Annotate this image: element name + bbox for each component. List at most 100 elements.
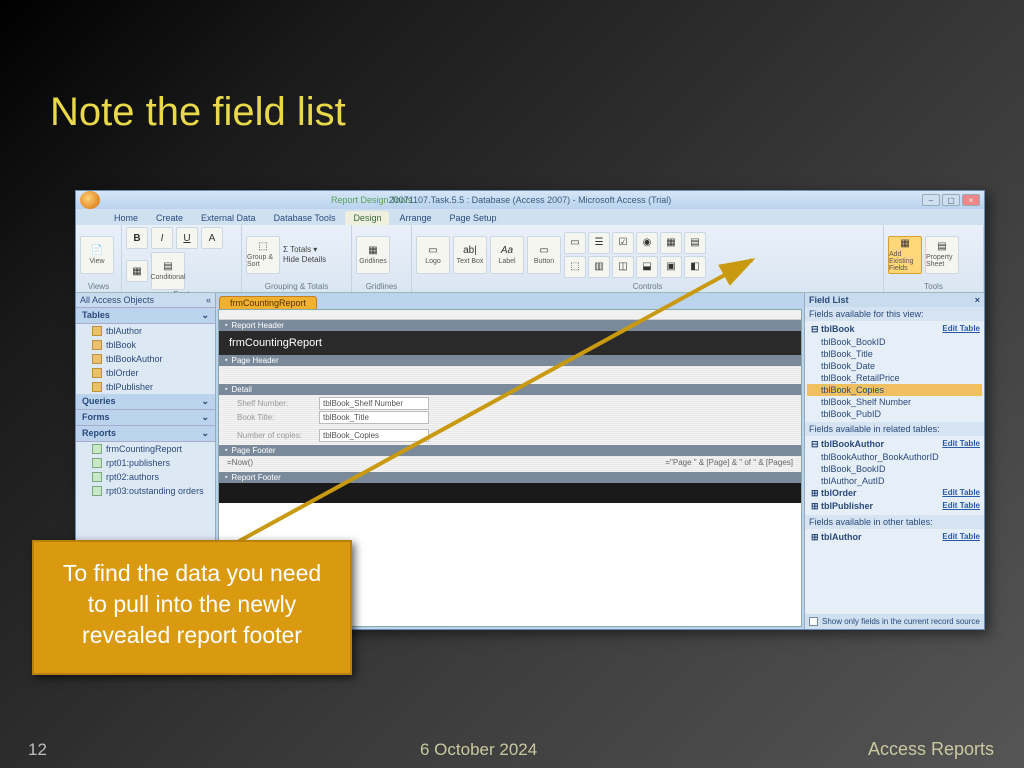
nav-header[interactable]: All Access Objects« — [76, 293, 215, 308]
label-copies[interactable]: Number of copies: — [237, 431, 302, 440]
field-item[interactable]: tblBookAuthor_BookAuthorID — [807, 451, 982, 463]
textbox-button[interactable]: ab|Text Box — [453, 236, 487, 274]
edit-table-link[interactable]: Edit Table — [942, 439, 980, 450]
horizontal-ruler — [219, 310, 801, 320]
view-button[interactable]: 📄View — [80, 236, 114, 274]
band-report-footer[interactable]: Report Footer — [219, 472, 801, 483]
control-icon[interactable]: ▥ — [588, 256, 610, 278]
edit-table-link[interactable]: Edit Table — [942, 501, 980, 512]
label-button[interactable]: AaLabel — [490, 236, 524, 274]
field-title[interactable]: tblBook_Title — [319, 411, 429, 424]
property-sheet-button[interactable]: ▤Property Sheet — [925, 236, 959, 274]
field-item[interactable]: tblBook_BookID — [807, 336, 982, 348]
underline-icon[interactable]: U — [176, 227, 198, 249]
chevron-down-icon[interactable]: « — [206, 295, 211, 305]
fill-color-icon[interactable]: ▦ — [126, 260, 148, 282]
field-list-footer[interactable]: Show only fields in the current record s… — [805, 614, 984, 629]
tab-create[interactable]: Create — [148, 211, 191, 225]
report-footer-body[interactable] — [219, 483, 801, 503]
control-icon[interactable]: ▤ — [684, 232, 706, 254]
nav-item-tblbook[interactable]: tblBook — [76, 338, 215, 352]
edit-table-link[interactable]: Edit Table — [942, 324, 980, 335]
field-list-table-tblbook[interactable]: ⊟ tblBookEdit Table — [807, 323, 982, 336]
band-detail[interactable]: Detail — [219, 384, 801, 395]
field-item-selected[interactable]: tblBook_Copies — [807, 384, 982, 396]
control-icon[interactable]: ▣ — [660, 256, 682, 278]
nav-item-tblorder[interactable]: tblOrder — [76, 366, 215, 380]
field-item[interactable]: tblBook_BookID — [807, 463, 982, 475]
logo-button[interactable]: ▭Logo — [416, 236, 450, 274]
totals-button[interactable]: Σ Totals ▾ — [283, 245, 326, 254]
band-page-footer[interactable]: Page Footer — [219, 445, 801, 456]
page-footer-body[interactable]: =Now() ="Page " & [Page] & " of " & [Pag… — [219, 456, 801, 472]
nav-category-queries[interactable]: Queries⌄ — [76, 394, 215, 410]
close-button[interactable]: × — [962, 194, 980, 206]
bold-icon[interactable]: B — [126, 227, 148, 249]
control-icon[interactable]: ⬓ — [636, 256, 658, 278]
minimize-button[interactable]: – — [922, 194, 940, 206]
field-item[interactable]: tblBook_Date — [807, 360, 982, 372]
nav-item-tblbookauthor[interactable]: tblBookAuthor — [76, 352, 215, 366]
nav-item-tblpublisher[interactable]: tblPublisher — [76, 380, 215, 394]
button-control[interactable]: ▭Button — [527, 236, 561, 274]
band-report-header[interactable]: Report Header — [219, 320, 801, 331]
font-color-icon[interactable]: A — [201, 227, 223, 249]
tab-design[interactable]: Design — [345, 211, 389, 225]
control-icon[interactable]: ◉ — [636, 232, 658, 254]
field-list-table-tblorder[interactable]: ⊞ tblOrderEdit Table — [807, 487, 982, 500]
tab-external-data[interactable]: External Data — [193, 211, 264, 225]
close-icon[interactable]: × — [975, 295, 980, 305]
nav-category-forms[interactable]: Forms⌄ — [76, 410, 215, 426]
field-item[interactable]: tblAuthor_AutID — [807, 475, 982, 487]
field-item[interactable]: tblBook_Shelf Number — [807, 396, 982, 408]
field-item[interactable]: tblBook_RetailPrice — [807, 372, 982, 384]
field-shelf[interactable]: tblBook_Shelf Number — [319, 397, 429, 410]
conditional-button[interactable]: ▤Conditional — [151, 252, 185, 290]
nav-item-rpt01[interactable]: rpt01:publishers — [76, 456, 215, 470]
field-item[interactable]: tblBook_PubID — [807, 408, 982, 420]
nav-item-rpt03[interactable]: rpt03:outstanding orders — [76, 484, 215, 498]
nav-category-tables[interactable]: Tables⌄ — [76, 308, 215, 324]
control-icon[interactable]: ▭ — [564, 232, 586, 254]
field-list-table-tblbookauthor[interactable]: ⊟ tblBookAuthorEdit Table — [807, 438, 982, 451]
add-existing-fields-button[interactable]: ▦Add Existing Fields — [888, 236, 922, 274]
group-sort-button[interactable]: ⬚Group & Sort — [246, 236, 280, 274]
nav-item-rpt02[interactable]: rpt02:authors — [76, 470, 215, 484]
report-icon — [92, 458, 102, 468]
tab-home[interactable]: Home — [106, 211, 146, 225]
document-tab[interactable]: frmCountingReport — [219, 296, 317, 309]
field-list-table-tblpublisher[interactable]: ⊞ tblPublisherEdit Table — [807, 500, 982, 513]
field-copies[interactable]: tblBook_Copies — [319, 429, 429, 442]
tab-arrange[interactable]: Arrange — [391, 211, 439, 225]
maximize-button[interactable]: ▢ — [942, 194, 960, 206]
tab-database-tools[interactable]: Database Tools — [266, 211, 344, 225]
office-button-icon[interactable] — [80, 191, 100, 209]
tab-page-setup[interactable]: Page Setup — [441, 211, 504, 225]
now-expression[interactable]: =Now() — [227, 458, 253, 467]
field-item[interactable]: tblBook_Title — [807, 348, 982, 360]
italic-icon[interactable]: I — [151, 227, 173, 249]
control-icon[interactable]: ▦ — [660, 232, 682, 254]
control-icon[interactable]: ☰ — [588, 232, 610, 254]
control-icon[interactable]: ◧ — [684, 256, 706, 278]
hide-details-button[interactable]: Hide Details — [283, 255, 326, 264]
edit-table-link[interactable]: Edit Table — [942, 532, 980, 543]
gridlines-button[interactable]: ▦Gridlines — [356, 236, 390, 274]
control-icon[interactable]: ⬚ — [564, 256, 586, 278]
pages-expression[interactable]: ="Page " & [Page] & " of " & [Pages] — [665, 458, 793, 467]
checkbox-icon[interactable] — [809, 617, 818, 626]
nav-item-tblauthor[interactable]: tblAuthor — [76, 324, 215, 338]
nav-item-frmcountingreport[interactable]: frmCountingReport — [76, 442, 215, 456]
group-views: Views — [80, 282, 117, 291]
edit-table-link[interactable]: Edit Table — [942, 488, 980, 499]
nav-category-reports[interactable]: Reports⌄ — [76, 426, 215, 442]
page-header-body[interactable] — [219, 366, 801, 384]
field-list-table-tblauthor[interactable]: ⊞ tblAuthorEdit Table — [807, 531, 982, 544]
label-title[interactable]: Book Title: — [237, 413, 274, 422]
band-page-header[interactable]: Page Header — [219, 355, 801, 366]
label-shelf[interactable]: Shelf Number: — [237, 399, 288, 408]
control-icon[interactable]: ◫ — [612, 256, 634, 278]
detail-body[interactable]: Shelf Number: tblBook_Shelf Number Book … — [219, 395, 801, 445]
report-header-body[interactable]: frmCountingReport — [219, 331, 801, 355]
control-icon[interactable]: ☑ — [612, 232, 634, 254]
